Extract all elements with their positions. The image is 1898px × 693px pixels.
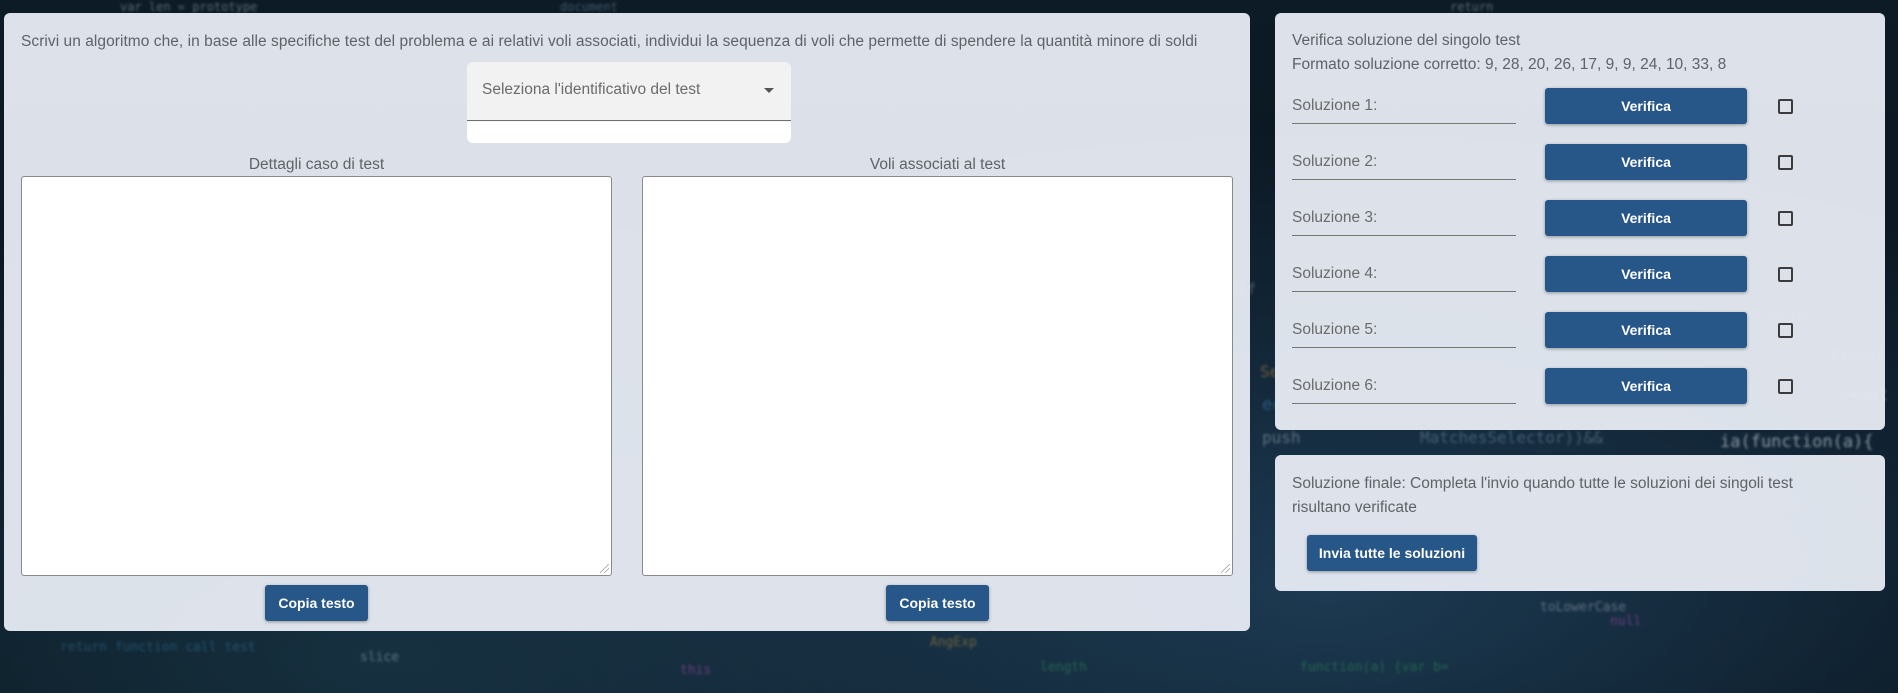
final-submit-panel: Soluzione finale: Completa l'invio quand…: [1275, 455, 1885, 591]
test-id-select-hint: [467, 122, 791, 143]
solution-row: Soluzione 2: Verifica: [1275, 144, 1885, 189]
solution-1-checkbox[interactable]: [1778, 99, 1793, 114]
dropdown-arrow-icon[interactable]: [764, 88, 774, 93]
main-panel: Scrivi un algoritmo che, in base alle sp…: [4, 13, 1250, 631]
test-id-select-field[interactable]: Seleziona l'identificativo del test: [467, 62, 791, 121]
submit-all-solutions-button[interactable]: Invia tutte le soluzioni: [1307, 535, 1477, 571]
associated-flights-label: Voli associati al test: [869, 156, 1006, 173]
solution-6-label: Soluzione 6:: [1292, 377, 1378, 394]
verify-solution-6-button[interactable]: Verifica: [1545, 368, 1747, 404]
instructions-text: Scrivi un algoritmo che, in base alle sp…: [21, 33, 1198, 50]
solution-2-checkbox[interactable]: [1778, 155, 1793, 170]
solution-2-input[interactable]: Soluzione 2:: [1292, 149, 1516, 180]
solution-row: Soluzione 4: Verifica: [1275, 256, 1885, 301]
solution-3-input[interactable]: Soluzione 3:: [1292, 205, 1516, 236]
resize-handle-icon[interactable]: [1221, 564, 1230, 573]
solution-row: Soluzione 3: Verifica: [1275, 200, 1885, 245]
verify-solution-3-button[interactable]: Verifica: [1545, 200, 1747, 236]
verify-solution-5-button[interactable]: Verifica: [1545, 312, 1747, 348]
solution-row: Soluzione 5: Verifica: [1275, 312, 1885, 357]
solution-3-label: Soluzione 3:: [1292, 209, 1378, 226]
final-solution-text: Soluzione finale: Completa l'invio quand…: [1292, 475, 1793, 516]
associated-flights-textarea[interactable]: [642, 176, 1233, 576]
verify-solution-2-button[interactable]: Verifica: [1545, 144, 1747, 180]
solution-1-input[interactable]: Soluzione 1:: [1292, 93, 1516, 124]
solution-row: Soluzione 1: Verifica: [1275, 88, 1885, 133]
solution-2-label: Soluzione 2:: [1292, 153, 1378, 170]
verify-solution-4-button[interactable]: Verifica: [1545, 256, 1747, 292]
solution-1-label: Soluzione 1:: [1292, 97, 1378, 114]
test-details-textarea[interactable]: [21, 176, 612, 576]
test-id-select[interactable]: Seleziona l'identificativo del test: [467, 62, 791, 143]
solution-row: Soluzione 6: Verifica: [1275, 368, 1885, 413]
copy-associated-flights-button[interactable]: Copia testo: [886, 585, 989, 621]
verify-title: Verifica soluzione del singolo test: [1292, 32, 1521, 49]
solution-5-checkbox[interactable]: [1778, 323, 1793, 338]
solution-4-input[interactable]: Soluzione 4:: [1292, 261, 1516, 292]
solution-6-input[interactable]: Soluzione 6:: [1292, 373, 1516, 404]
solution-5-label: Soluzione 5:: [1292, 321, 1378, 338]
solution-6-checkbox[interactable]: [1778, 379, 1793, 394]
test-id-select-placeholder: Seleziona l'identificativo del test: [482, 81, 701, 98]
test-details-label: Dettagli caso di test: [248, 156, 385, 173]
verify-solution-1-button[interactable]: Verifica: [1545, 88, 1747, 124]
copy-test-details-button[interactable]: Copia testo: [265, 585, 368, 621]
verify-panel: Verifica soluzione del singolo test Form…: [1275, 13, 1885, 430]
solution-4-checkbox[interactable]: [1778, 267, 1793, 282]
solution-5-input[interactable]: Soluzione 5:: [1292, 317, 1516, 348]
solution-format-hint: Formato soluzione corretto: 9, 28, 20, 2…: [1292, 56, 1727, 73]
solution-4-label: Soluzione 4:: [1292, 265, 1378, 282]
solution-3-checkbox[interactable]: [1778, 211, 1793, 226]
resize-handle-icon[interactable]: [600, 564, 609, 573]
